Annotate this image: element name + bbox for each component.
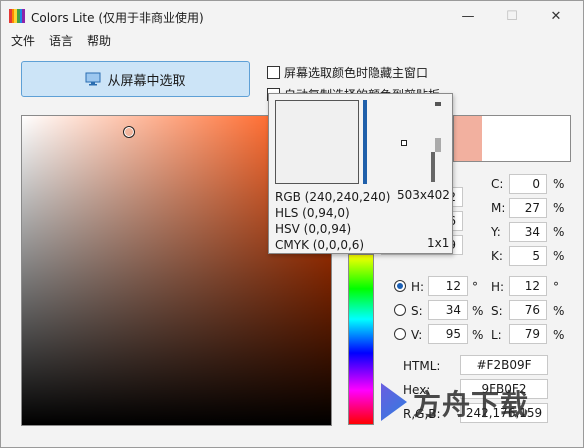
hsl-h-field[interactable]: 12 (509, 276, 547, 296)
hsl-s-label: S: (491, 304, 503, 318)
popup-cmyk: CMYK (0,0,0,6) (275, 238, 365, 252)
hue-slider[interactable] (348, 254, 374, 425)
hsv-s-label: S: (411, 304, 423, 318)
hsl-s-unit: % (553, 304, 565, 318)
maximize-button[interactable]: ☐ (497, 5, 527, 27)
hsv-h-field[interactable]: 12 (428, 276, 468, 296)
c-unit: % (553, 177, 565, 191)
y-label: Y: (491, 225, 501, 239)
hsl-h-unit: ° (553, 280, 559, 294)
hsv-v-unit: % (472, 328, 484, 342)
sv-cursor[interactable] (123, 126, 135, 138)
k-field[interactable]: 5 (509, 246, 547, 266)
hsl-h-label: H: (491, 280, 505, 294)
html-field[interactable]: #F2B09F (460, 355, 548, 375)
pick-from-screen-button[interactable]: 从屏幕中选取 (21, 61, 250, 97)
screen-picker-popup: 503x402 RGB (240,240,240) HLS (0,94,0) H… (268, 93, 453, 254)
menu-bar: 文件 语言 帮助 (1, 31, 583, 51)
cursor-coords: 503x402 (397, 188, 450, 202)
menu-language[interactable]: 语言 (49, 32, 73, 49)
popup-hls: HLS (0,94,0) (275, 206, 350, 220)
c-field[interactable]: 0 (509, 174, 547, 194)
y-field[interactable]: 34 (509, 222, 547, 242)
html-label: HTML: (403, 359, 441, 373)
hsv-s-unit: % (472, 304, 484, 318)
magnifier-color-bar (363, 100, 367, 184)
y-unit: % (553, 225, 565, 239)
hsv-h-radio[interactable] (394, 280, 406, 292)
app-window: Colors Lite (仅用于非商业使用) — ☐ ✕ 文件 语言 帮助 从屏… (0, 0, 584, 448)
close-button[interactable]: ✕ (541, 5, 571, 27)
popup-rgb: RGB (240,240,240) (275, 190, 391, 204)
hsv-h-unit: ° (472, 280, 478, 294)
hsv-v-radio[interactable] (394, 328, 406, 340)
hsl-l-label: L: (491, 328, 502, 342)
window-title: Colors Lite (仅用于非商业使用) (31, 11, 204, 25)
rainbow-icon (9, 9, 26, 23)
monitor-icon (85, 72, 101, 86)
current-color-swatch (454, 116, 482, 161)
hsv-s-field[interactable]: 34 (428, 300, 468, 320)
watermark-logo-icon (381, 383, 407, 421)
magnifier-view (275, 100, 359, 184)
hsv-v-field[interactable]: 95 (428, 324, 468, 344)
checkbox-box (267, 66, 280, 79)
hsv-h-label: H: (411, 280, 425, 294)
m-label: M: (491, 201, 506, 215)
m-unit: % (553, 201, 565, 215)
menu-help[interactable]: 帮助 (87, 32, 111, 49)
hsv-v-label: V: (411, 328, 423, 342)
hide-window-label: 屏幕选取颜色时隐藏主窗口 (284, 66, 429, 80)
m-field[interactable]: 27 (509, 198, 547, 218)
color-preview-swatch (453, 115, 571, 162)
popup-hsv: HSV (0,0,94) (275, 222, 352, 236)
hsl-l-unit: % (553, 328, 565, 342)
menu-file[interactable]: 文件 (11, 32, 35, 49)
hide-window-checkbox[interactable]: 屏幕选取颜色时隐藏主窗口 (267, 64, 428, 81)
watermark-text: 方舟下载 (413, 388, 530, 421)
magnifier-crosshair (401, 140, 407, 146)
zoom-level: 1x1 (427, 236, 450, 250)
minimize-button[interactable]: — (453, 5, 483, 27)
watermark: 方舟下载 (381, 379, 551, 429)
c-label: C: (491, 177, 504, 191)
hsl-s-field[interactable]: 76 (509, 300, 547, 320)
pick-button-label: 从屏幕中选取 (107, 73, 186, 89)
hsv-s-radio[interactable] (394, 304, 406, 316)
k-unit: % (553, 249, 565, 263)
k-label: K: (491, 249, 503, 263)
hsl-l-field[interactable]: 79 (509, 324, 547, 344)
title-bar: Colors Lite (仅用于非商业使用) — ☐ ✕ (1, 1, 583, 31)
